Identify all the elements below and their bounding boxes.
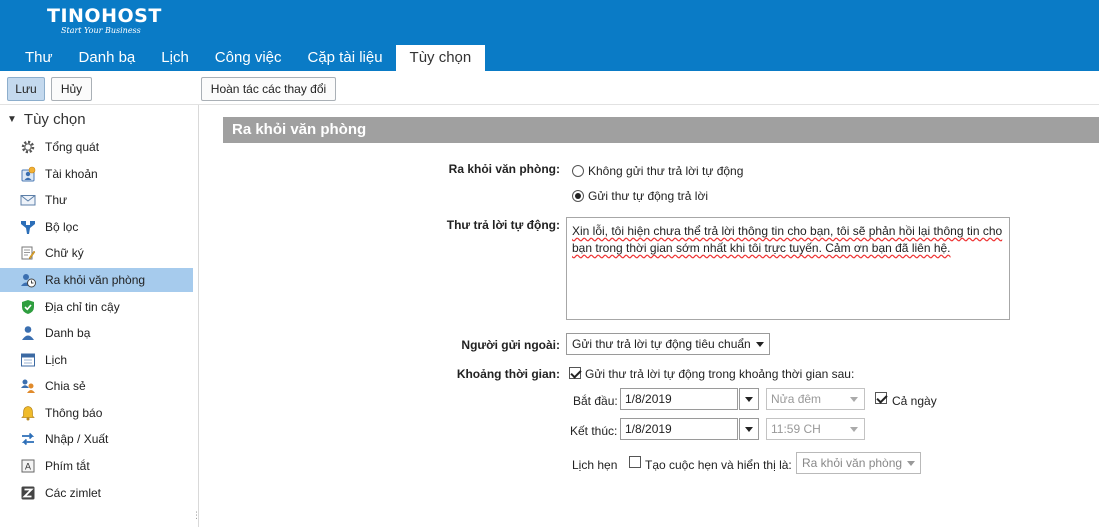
brand-logo[interactable]: TINOHOST Start Your Business <box>47 6 162 36</box>
sidebar-item-label: Tổng quát <box>45 140 100 154</box>
radio-send-auto-reply-circle[interactable] <box>572 190 584 202</box>
app-header: TINOHOST Start Your Business Thư Danh bạ… <box>0 0 1099 71</box>
toolbar: Lưu Hủy Hoàn tác các thay đổi <box>0 71 1099 105</box>
sidebar-item-out-of-office[interactable]: Ra khỏi văn phòng <box>0 268 193 292</box>
tab-tasks[interactable]: Công việc <box>202 45 295 71</box>
sidebar-item-label: Thông báo <box>45 406 103 420</box>
start-date-picker-button[interactable] <box>739 388 759 410</box>
sidebar-item-signatures[interactable]: Chữ ký <box>0 241 193 265</box>
auto-reply-text: Xin lỗi, tôi hiện chưa thể trả lời thông… <box>572 224 1003 255</box>
mail-icon <box>20 195 36 206</box>
tab-preferences[interactable]: Tùy chọn <box>395 45 486 71</box>
start-time-dropdown-button <box>845 388 865 410</box>
sidebar-item-label: Chia sẻ <box>45 379 86 393</box>
sidebar-item-general[interactable]: Tổng quát <box>0 135 193 159</box>
all-day-label: Cả ngày <box>892 394 937 408</box>
zimlet-icon <box>21 486 35 500</box>
sidebar-item-accounts[interactable]: Tài khoản <box>0 162 193 186</box>
auto-reply-label: Thư trả lời tự động: <box>446 218 560 232</box>
radio-no-auto-reply[interactable]: Không gửi thư trả lời tự động <box>572 164 743 178</box>
sidebar-item-label: Ra khỏi văn phòng <box>45 273 146 287</box>
sidebar-item-filters[interactable]: Bộ lọc <box>0 215 193 239</box>
collapse-triangle-icon[interactable]: ▼ <box>7 114 17 125</box>
sidebar-item-calendar[interactable]: Lịch <box>0 348 193 372</box>
tab-briefcase[interactable]: Cặp tài liệu <box>295 45 396 71</box>
appointment-label: Lịch hẹn <box>572 458 618 472</box>
time-period-checkbox[interactable] <box>569 367 581 379</box>
end-time-dropdown-button <box>845 418 865 440</box>
undo-changes-button[interactable]: Hoàn tác các thay đổi <box>201 77 336 101</box>
cancel-button[interactable]: Hủy <box>51 77 92 101</box>
sidebar-item-mail[interactable]: Thư <box>0 188 193 212</box>
sidebar-resize-handle[interactable]: ⋮ <box>192 511 201 527</box>
sidebar-item-zimlets[interactable]: Các zimlet <box>0 481 193 505</box>
sharing-icon <box>21 379 35 393</box>
appointment-checkbox-label: Tạo cuộc hẹn và hiển thị là: <box>645 458 792 472</box>
end-label: Kết thúc: <box>570 424 618 438</box>
sidebar-item-contacts[interactable]: Danh bạ <box>0 321 193 345</box>
external-sender-select[interactable]: Gửi thư trả lời tự động tiêu chuẩn <box>566 333 770 355</box>
brand-tagline: Start Your Business <box>61 26 141 35</box>
radio-no-auto-reply-circle[interactable] <box>572 165 584 177</box>
start-label: Bắt đầu: <box>573 394 618 408</box>
sidebar-item-label: Bộ lọc <box>45 220 79 234</box>
sidebar-item-notifications[interactable]: Thông báo <box>0 401 193 425</box>
app-tabs: Thư Danh bạ Lịch Công việc Cặp tài liệu … <box>12 45 486 71</box>
chevron-down-icon <box>907 461 915 466</box>
time-period-checkbox-label: Gửi thư trả lời tự động trong khoảng thờ… <box>585 367 855 381</box>
sidebar-item-trusted-addresses[interactable]: Địa chỉ tin cậy <box>0 295 193 319</box>
auto-reply-textarea[interactable]: Xin lỗi, tôi hiện chưa thể trả lời thông… <box>566 217 1010 320</box>
gear-icon <box>21 140 35 154</box>
sidebar-item-sharing[interactable]: Chia sẻ <box>0 374 193 398</box>
sidebar-item-label: Tài khoản <box>45 167 98 181</box>
end-date-input[interactable]: 1/8/2019 <box>620 418 738 440</box>
filter-icon <box>21 221 35 234</box>
contacts-icon <box>22 326 34 340</box>
signature-icon <box>21 246 36 260</box>
time-period-label: Khoảng thời gian: <box>456 367 560 381</box>
appointment-show-as-value: Ra khỏi văn phòng <box>802 456 903 470</box>
brand-name: TINOHOST <box>47 5 162 27</box>
sidebar-item-import-export[interactable]: Nhập / Xuất <box>0 427 193 451</box>
bell-icon <box>21 406 35 421</box>
chevron-down-icon <box>756 342 764 347</box>
start-date-input[interactable]: 1/8/2019 <box>620 388 738 410</box>
start-time-input: Nửa đêm <box>766 388 846 410</box>
sidebar-header[interactable]: ▼ Tùy chọn <box>7 111 86 128</box>
svg-text:A: A <box>25 463 32 473</box>
tab-calendar[interactable]: Lịch <box>148 45 202 71</box>
tab-mail[interactable]: Thư <box>12 45 66 71</box>
appointment-checkbox[interactable] <box>629 456 641 468</box>
radio-no-auto-reply-label: Không gửi thư trả lời tự động <box>588 164 744 178</box>
keyboard-icon: A <box>21 459 35 473</box>
ooo-label: Ra khỏi văn phòng: <box>448 162 560 176</box>
external-sender-label: Người gửi ngoài: <box>461 338 560 352</box>
shield-icon <box>22 300 34 314</box>
sidebar-item-label: Phím tắt <box>45 459 90 473</box>
import-export-icon <box>21 432 35 446</box>
radio-send-auto-reply-label: Gửi thư tự động trả lời <box>588 189 709 203</box>
end-date-picker-button[interactable] <box>739 418 759 440</box>
save-button[interactable]: Lưu <box>7 77 45 101</box>
sidebar-item-label: Nhập / Xuất <box>45 432 109 446</box>
all-day-checkbox[interactable] <box>875 392 887 404</box>
sidebar-item-label: Lịch <box>45 353 68 367</box>
end-time-input: 11:59 CH <box>766 418 846 440</box>
sidebar-item-label: Địa chỉ tin cậy <box>45 300 120 314</box>
sidebar-item-label: Các zimlet <box>45 486 102 500</box>
panel-title: Ra khỏi văn phòng <box>223 117 1099 143</box>
sidebar-item-label: Danh bạ <box>45 326 91 340</box>
sidebar-item-label: Chữ ký <box>45 246 84 260</box>
tab-contacts[interactable]: Danh bạ <box>66 45 149 71</box>
sidebar-item-shortcuts[interactable]: A Phím tắt <box>0 454 193 478</box>
calendar-icon <box>21 353 35 367</box>
out-of-office-icon <box>21 274 36 288</box>
preferences-sidebar: ▼ Tùy chọn Tổng quát Tài khoản Thư Bộ lọc… <box>0 105 201 527</box>
radio-send-auto-reply[interactable]: Gửi thư tự động trả lời <box>572 189 708 203</box>
sidebar-title: Tùy chọn <box>23 111 86 128</box>
account-icon <box>21 166 36 182</box>
appointment-show-as-select: Ra khỏi văn phòng <box>796 452 921 474</box>
external-sender-value: Gửi thư trả lời tự động tiêu chuẩn <box>572 337 751 351</box>
sidebar-item-label: Thư <box>45 193 68 207</box>
